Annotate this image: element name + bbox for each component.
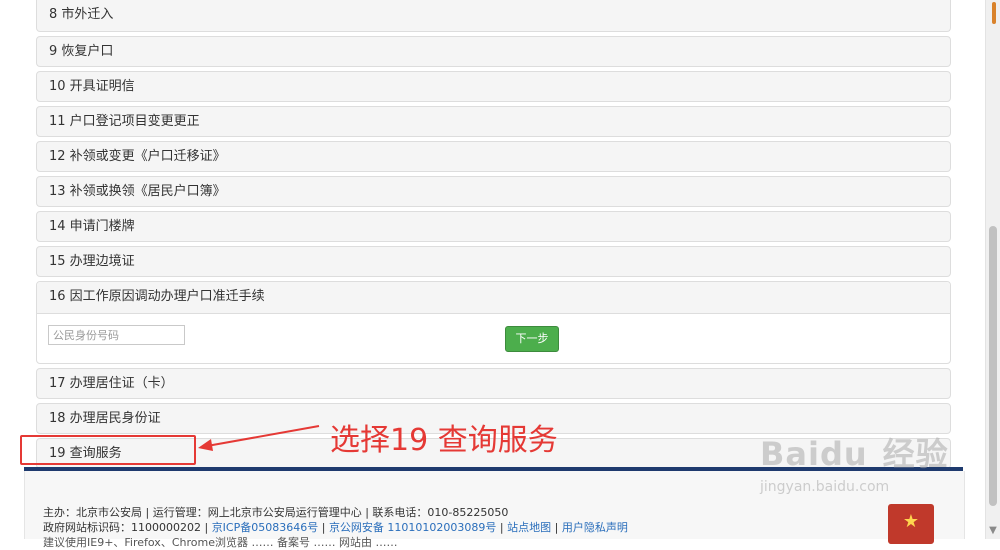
- scroll-down-icon[interactable]: ▼: [989, 524, 997, 538]
- footer-separator: |: [496, 521, 508, 534]
- list-item[interactable]: 9 恢复户口: [36, 36, 951, 67]
- baidu-jingyan-watermark: Baidu 经验 jingyan.baidu.com: [760, 430, 960, 520]
- list-item[interactable]: 8 市外迁入: [36, 0, 951, 32]
- footer-separator: |: [551, 521, 562, 534]
- list-item[interactable]: 17 办理居住证（卡）: [36, 368, 951, 399]
- icp-link[interactable]: 京ICP备05083646号: [212, 521, 319, 534]
- annotation-arrow: [198, 425, 320, 451]
- sitemap-link[interactable]: 站点地图: [507, 521, 551, 534]
- privacy-link[interactable]: 用户隐私声明: [562, 521, 628, 534]
- watermark-site: jingyan.baidu.com: [760, 479, 890, 495]
- annotation-text: 选择19 查询服务: [330, 423, 558, 458]
- list-item[interactable]: 10 开具证明信: [36, 71, 951, 102]
- scroll-grip-icon: [992, 2, 996, 24]
- footer-site-code: 政府网站标识码：1100000202 |: [43, 521, 212, 534]
- expanded-panel-body: 下一步: [37, 314, 950, 363]
- watermark-brand: Baidu 经验: [760, 430, 960, 476]
- expanded-panel-title[interactable]: 16 因工作原因调动办理户口准迁手续: [37, 282, 950, 314]
- watermark-brand-cn: 经验: [882, 435, 949, 473]
- footer-separator: |: [318, 521, 329, 534]
- watermark-paw: du: [819, 435, 868, 473]
- footer-line-1: 主办：北京市公安局 | 运行管理：网上北京市公安局运行管理中心 | 联系电话：0…: [43, 506, 509, 519]
- list-item[interactable]: 14 申请门楼牌: [36, 211, 951, 242]
- watermark-brand-main: Bai: [760, 435, 820, 473]
- expanded-panel: 16 因工作原因调动办理户口准迁手续 下一步: [36, 281, 951, 364]
- list-item[interactable]: 11 户口登记项目变更更正: [36, 106, 951, 137]
- scrollbar-thumb[interactable]: [989, 226, 997, 506]
- highlight-box: [20, 435, 196, 465]
- footer-line-3: 建议使用IE9+、Firefox、Chrome浏览器 …… 备案号 …… 网站由…: [43, 536, 398, 549]
- id-number-input[interactable]: [48, 325, 185, 345]
- next-step-button[interactable]: 下一步: [505, 326, 559, 352]
- vertical-scrollbar[interactable]: ▼: [985, 0, 1000, 539]
- gongan-link[interactable]: 京公网安备 11010102003089号: [329, 521, 496, 534]
- footer-line-2: 政府网站标识码：1100000202 | 京ICP备05083646号 | 京公…: [43, 519, 628, 535]
- list-item[interactable]: 12 补领或变更《户口迁移证》: [36, 141, 951, 172]
- service-list: 8 市外迁入 9 恢复户口 10 开具证明信 11 户口登记项目变更更正 12 …: [36, 0, 951, 473]
- list-item[interactable]: 15 办理边境证: [36, 246, 951, 277]
- list-item[interactable]: 13 补领或换领《居民户口簿》: [36, 176, 951, 207]
